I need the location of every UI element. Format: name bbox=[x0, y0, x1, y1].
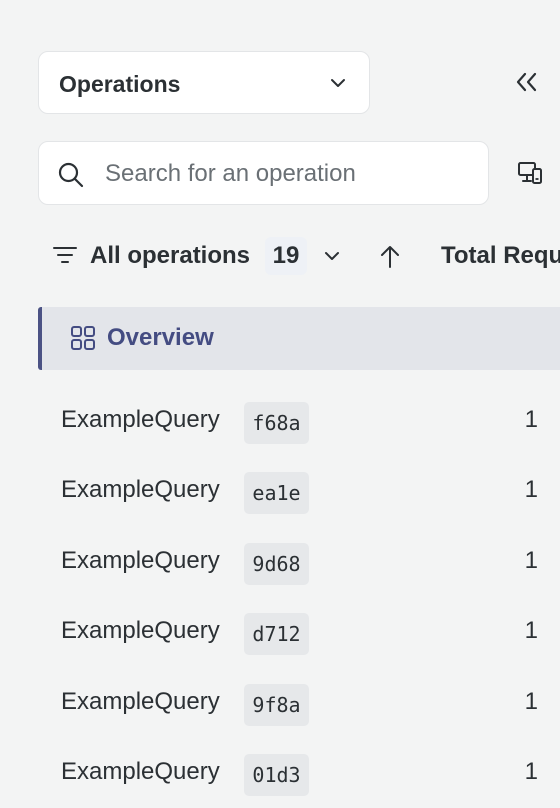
operations-dropdown[interactable]: Operations bbox=[38, 51, 370, 114]
operation-hash: ea1e bbox=[244, 472, 309, 515]
operation-hash: 01d3 bbox=[244, 753, 309, 796]
operation-hash: 9f8a bbox=[244, 683, 309, 726]
list-item[interactable]: ExampleQuery ea1e 1 bbox=[0, 456, 560, 526]
sort-column-label[interactable]: Total Requ bbox=[441, 242, 560, 270]
operation-name: ExampleQuery bbox=[61, 476, 220, 504]
operation-hash: d712 bbox=[244, 613, 309, 656]
operations-dropdown-label: Operations bbox=[59, 71, 181, 97]
total-requests-value: 1 bbox=[524, 757, 538, 785]
operation-name: ExampleQuery bbox=[61, 617, 220, 645]
search-icon bbox=[57, 161, 85, 189]
operation-name: ExampleQuery bbox=[61, 546, 220, 574]
total-requests-value: 1 bbox=[524, 687, 538, 715]
operation-hash: f68a bbox=[244, 402, 309, 444]
list-item[interactable]: ExampleQuery 9d68 1 bbox=[0, 527, 560, 597]
list-item[interactable]: ExampleQuery f68a 1 bbox=[0, 386, 560, 456]
operation-hash: 9d68 bbox=[244, 542, 309, 585]
operation-name: ExampleQuery bbox=[61, 687, 220, 715]
overview-label: Overview bbox=[107, 324, 214, 351]
search-input[interactable] bbox=[103, 156, 477, 192]
chevron-down-icon[interactable] bbox=[322, 246, 342, 266]
collapse-sidebar-button[interactable] bbox=[513, 70, 541, 94]
total-requests-value: 1 bbox=[524, 617, 538, 645]
overview-item[interactable]: Overview bbox=[38, 307, 560, 370]
operation-list: ExampleQuery f68a 1 ExampleQuery ea1e 1 … bbox=[0, 386, 560, 808]
operation-search[interactable] bbox=[38, 141, 489, 205]
double-chevron-left-icon bbox=[513, 70, 541, 94]
operations-count-badge: 19 bbox=[265, 237, 307, 275]
chevron-down-icon bbox=[329, 74, 347, 92]
total-requests-value: 1 bbox=[524, 546, 538, 574]
total-requests-value: 1 bbox=[524, 476, 538, 504]
clients-button[interactable] bbox=[516, 159, 544, 187]
arrow-up-icon[interactable] bbox=[378, 244, 402, 270]
filter-label[interactable]: All operations bbox=[90, 242, 250, 270]
total-requests-value: 1 bbox=[524, 406, 538, 433]
list-item[interactable]: ExampleQuery 01d3 1 bbox=[0, 738, 560, 808]
monitor-icon bbox=[516, 159, 544, 187]
list-item[interactable]: ExampleQuery 9f8a 1 bbox=[0, 668, 560, 738]
list-item[interactable]: ExampleQuery d712 1 bbox=[0, 597, 560, 667]
filter-bar: All operations 19 Total Requ bbox=[50, 236, 560, 276]
operation-name: ExampleQuery bbox=[61, 757, 220, 785]
filter-icon[interactable] bbox=[52, 244, 78, 266]
operation-name: ExampleQuery bbox=[61, 406, 220, 433]
grid-icon bbox=[70, 325, 96, 351]
